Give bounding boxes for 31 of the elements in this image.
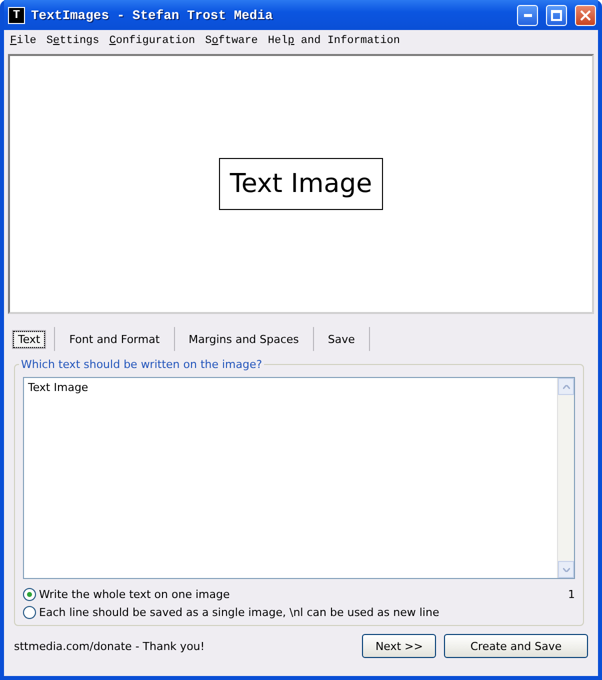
menu-item[interactable]: Software — [205, 35, 258, 47]
maximize-button[interactable] — [546, 4, 567, 26]
scrollbar[interactable] — [557, 378, 574, 578]
radio-label: Write the whole text on one image — [39, 588, 230, 600]
window-title: TextImages - Stefan Trost Media — [31, 8, 274, 22]
scroll-down-icon — [562, 568, 570, 572]
radio-button[interactable] — [23, 606, 36, 618]
minimize-icon — [524, 14, 532, 16]
close-icon — [580, 10, 591, 20]
scroll-up-icon — [562, 384, 570, 388]
menu-item[interactable]: Configuration — [109, 35, 196, 47]
text-input[interactable]: Text Image — [23, 377, 575, 579]
line-count: 1 — [568, 588, 575, 600]
tab[interactable]: Save — [320, 327, 370, 351]
tab[interactable]: Margins and Spaces — [180, 327, 314, 351]
radio-button[interactable] — [23, 588, 36, 600]
donate-note: sttmedia.com/donate - Thank you! — [14, 640, 206, 652]
group-title: Which text should be written on the image? — [20, 358, 264, 371]
tab[interactable]: Text — [10, 327, 56, 351]
close-button[interactable] — [575, 4, 596, 26]
menu-item[interactable]: Help and Information — [268, 35, 400, 47]
action-button[interactable]: Create and Save — [444, 634, 588, 658]
menu-item[interactable]: Settings — [46, 35, 100, 47]
action-button[interactable]: Next >> — [362, 634, 436, 658]
radio-label: Each line should be saved as a single image, \nl can be used as new line — [39, 606, 440, 618]
minimize-button[interactable] — [517, 4, 538, 26]
menu-item[interactable]: File — [10, 35, 36, 47]
maximize-icon — [551, 10, 562, 20]
app-icon: T — [8, 6, 25, 24]
preview-text-image: Text Image — [218, 158, 384, 210]
tab[interactable]: Font and Format — [61, 327, 175, 351]
